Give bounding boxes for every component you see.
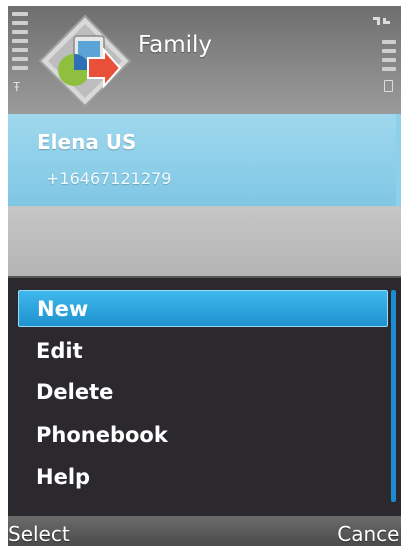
menu-scrollbar[interactable]: [391, 290, 396, 502]
signal-strength-icon: Ŧ: [12, 12, 28, 94]
contact-list-item[interactable]: Elena US +16467121279: [8, 114, 396, 206]
battery-icon: [382, 40, 396, 94]
menu-item-delete[interactable]: Delete: [18, 374, 388, 411]
contact-number: +16467121279: [46, 169, 172, 188]
app-title: Family: [138, 32, 213, 58]
screen: Ŧ Family Elena US +16467121279 New Edit …: [8, 6, 401, 546]
menu-item-help[interactable]: Help: [18, 459, 388, 496]
list-scrollbar[interactable]: [396, 114, 401, 206]
menu-item-phonebook[interactable]: Phonebook: [18, 417, 388, 454]
select-softkey[interactable]: Select: [8, 522, 70, 546]
cancel-softkey[interactable]: Cancel: [337, 522, 401, 546]
menu-item-edit[interactable]: Edit: [18, 333, 388, 370]
menu-item-new[interactable]: New: [18, 290, 388, 327]
softkey-bar: Select Cancel: [8, 516, 401, 546]
data-connection-icon: [372, 12, 392, 25]
contact-list: Elena US +16467121279: [8, 114, 401, 282]
title-bar: Ŧ Family: [8, 6, 401, 114]
contact-name: Elena US: [37, 130, 137, 154]
contacts-app-icon: [38, 14, 132, 108]
options-menu: New Edit Delete Phonebook Help: [8, 276, 401, 516]
phone-frame: Ŧ Family Elena US +16467121279 New Edit …: [0, 0, 410, 546]
